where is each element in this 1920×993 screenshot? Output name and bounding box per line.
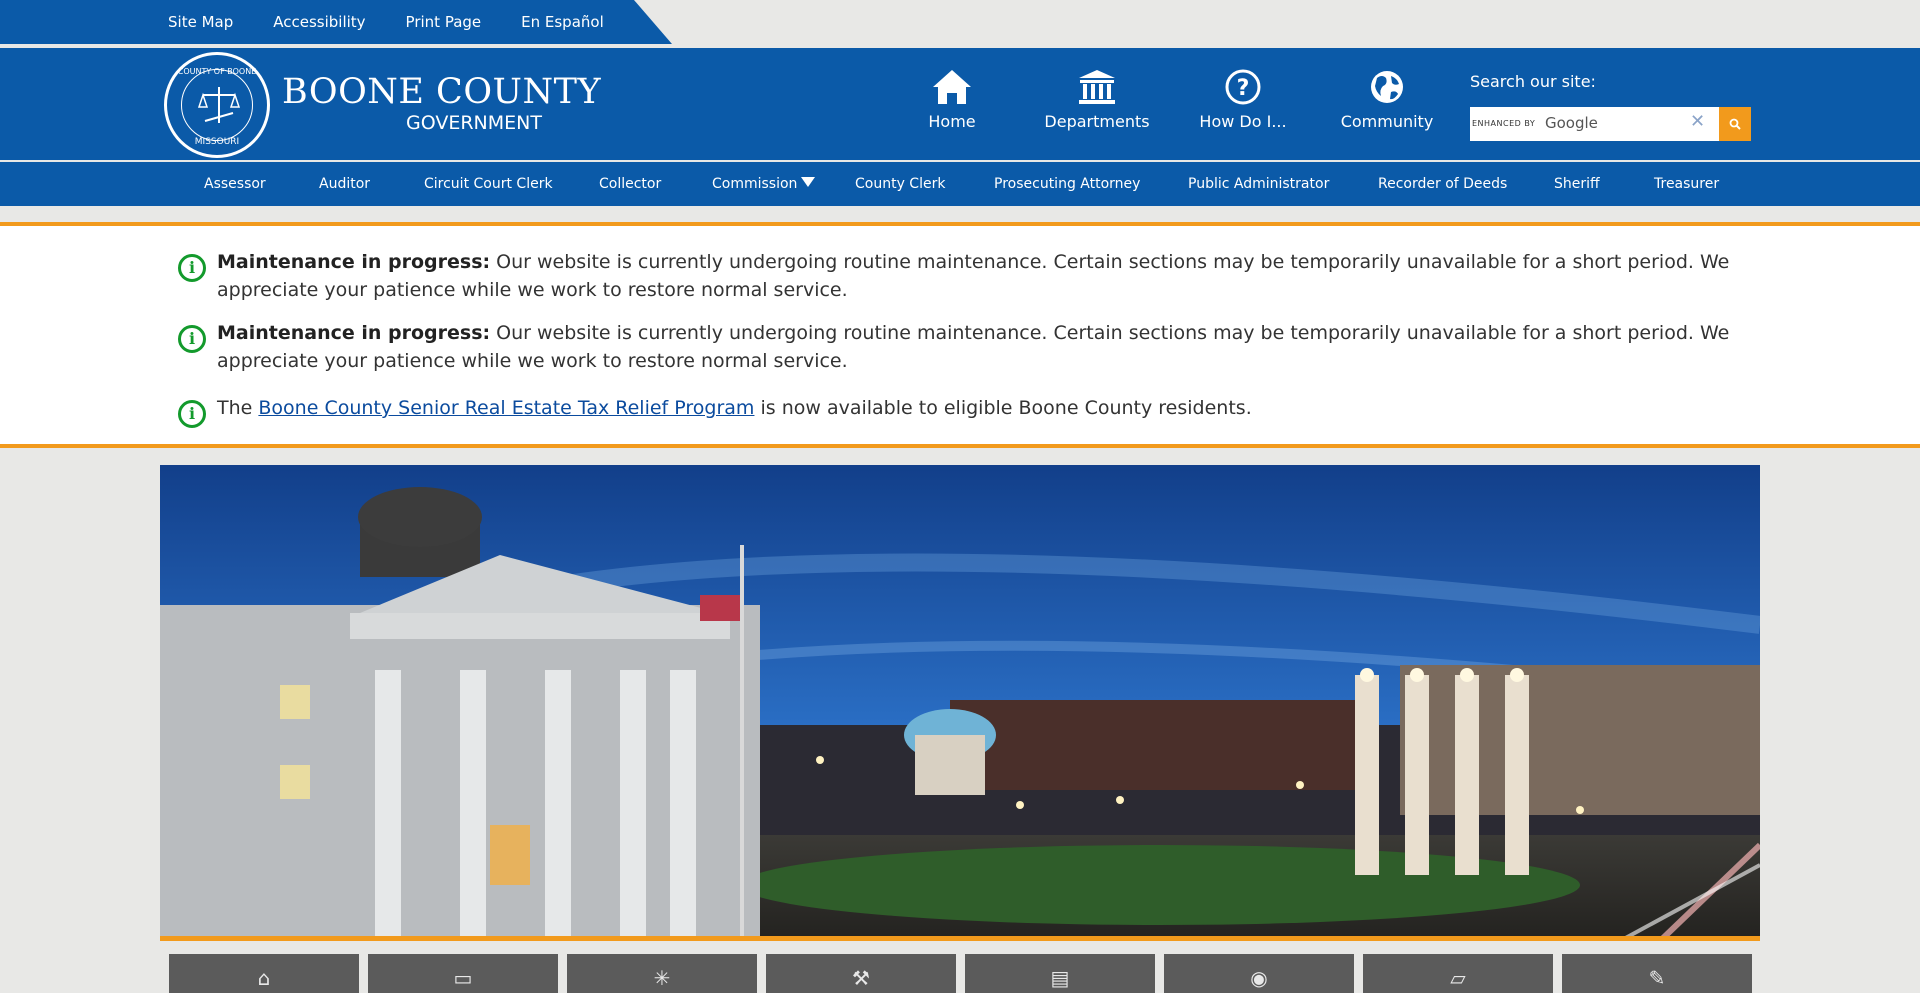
dept-link-label: Commission (712, 176, 798, 192)
quick-link-label: Departments (1044, 112, 1150, 131)
print-page-link[interactable]: Print Page (406, 13, 482, 31)
service-tile-light[interactable]: ✳ (567, 954, 757, 993)
dept-link-auditor[interactable]: Auditor (319, 176, 370, 192)
service-tile-notice[interactable]: ▱ (1363, 954, 1553, 993)
gavel-icon: ⚒ (852, 966, 870, 990)
alert-text: Maintenance in progress: Our website is … (217, 319, 1737, 375)
building-icon (1079, 70, 1115, 104)
dept-link-treasurer[interactable]: Treasurer (1654, 176, 1719, 192)
dept-link-public-administrator[interactable]: Public Administrator (1188, 176, 1329, 192)
quick-link-label: How Do I... (1199, 112, 1287, 131)
question-icon: ? (1225, 69, 1261, 105)
globe-icon (1371, 71, 1403, 103)
chevron-down-icon (801, 177, 816, 187)
search-label: Search our site: (1470, 72, 1596, 91)
scales-icon (197, 87, 241, 123)
service-tile-tax[interactable]: ▭ (368, 954, 558, 993)
service-tile-home-bike[interactable]: ⌂ (169, 954, 359, 993)
quick-link-community[interactable]: Community (1317, 68, 1457, 131)
enhanced-by-label: ENHANCED BY (1472, 119, 1536, 128)
dept-link-county-clerk[interactable]: County Clerk (855, 176, 945, 192)
google-watermark: Google (1545, 114, 1598, 132)
quick-link-how-do-i[interactable]: ? How Do I... (1173, 68, 1313, 131)
department-nav: Assessor Auditor Circuit Court Clerk Col… (0, 162, 1920, 206)
county-seal-logo[interactable]: COUNTY OF BOONE MISSOURI (164, 52, 270, 158)
dept-link-commission[interactable]: Commission (712, 176, 816, 192)
alert-suffix: is now available to eligible Boone Count… (754, 397, 1252, 419)
search-icon (1729, 118, 1741, 130)
quick-link-label: Home (928, 112, 976, 131)
accessibility-link[interactable]: Accessibility (273, 13, 365, 31)
home-bike-icon: ⌂ (257, 966, 271, 990)
tax-relief-program-link[interactable]: Boone County Senior Real Estate Tax Reli… (258, 397, 754, 419)
service-tile-documents[interactable]: ▤ (965, 954, 1155, 993)
dept-link-circuit-court-clerk[interactable]: Circuit Court Clerk (424, 176, 553, 192)
utility-bar: Site Map Accessibility Print Page En Esp… (0, 0, 1920, 46)
quick-link-label: Community (1340, 112, 1434, 131)
alert-text: The Boone County Senior Real Estate Tax … (217, 394, 1737, 422)
alert-text: Maintenance in progress: Our website is … (217, 248, 1737, 304)
light-icon: ✳ (653, 966, 671, 990)
service-tile-feather[interactable]: ✎ (1562, 954, 1752, 993)
alert-banner: i Maintenance in progress: Our website i… (0, 222, 1920, 448)
search-button[interactable] (1719, 107, 1751, 141)
dept-link-sheriff[interactable]: Sheriff (1554, 176, 1600, 192)
info-icon: i (178, 254, 206, 282)
home-icon (933, 70, 971, 104)
site-map-link[interactable]: Site Map (168, 13, 233, 31)
service-tile-map[interactable]: ◉ (1164, 954, 1354, 993)
quick-link-home[interactable]: Home (882, 68, 1022, 131)
info-icon: i (178, 400, 206, 428)
dept-link-prosecuting-attorney[interactable]: Prosecuting Attorney (994, 176, 1140, 192)
hero-image (160, 465, 1760, 941)
utility-links: Site Map Accessibility Print Page En Esp… (168, 0, 604, 44)
alert-prefix: The (217, 397, 259, 419)
quick-link-departments[interactable]: Departments (1027, 68, 1167, 131)
search-input[interactable]: ENHANCED BY Google ✕ (1470, 107, 1722, 141)
dept-link-recorder-of-deeds[interactable]: Recorder of Deeds (1378, 176, 1507, 192)
alert-heading: Maintenance in progress: (217, 322, 491, 344)
site-title[interactable]: BOONE COUNTY (282, 72, 601, 112)
info-icon: i (178, 325, 206, 353)
site-subtitle[interactable]: GOVERNMENT (406, 112, 542, 134)
seal-bottom-text: MISSOURI (194, 137, 240, 147)
feather-icon: ✎ (1648, 966, 1666, 990)
alert-heading: Maintenance in progress: (217, 251, 491, 273)
map-pin-icon: ◉ (1250, 966, 1268, 990)
clear-search-icon[interactable]: ✕ (1690, 111, 1705, 132)
tax-icon: ▭ (453, 966, 473, 990)
dept-link-collector[interactable]: Collector (599, 176, 661, 192)
dept-link-assessor[interactable]: Assessor (204, 176, 266, 192)
espanol-link[interactable]: En Español (521, 13, 604, 31)
courthouse-night-photo (160, 465, 1760, 936)
svg-text:?: ? (1237, 76, 1250, 101)
documents-icon: ▤ (1050, 966, 1070, 990)
site-header: COUNTY OF BOONE MISSOURI BOONE COUNTY GO… (0, 48, 1920, 160)
service-tile-gavel[interactable]: ⚒ (766, 954, 956, 993)
notice-icon: ▱ (1450, 966, 1466, 990)
